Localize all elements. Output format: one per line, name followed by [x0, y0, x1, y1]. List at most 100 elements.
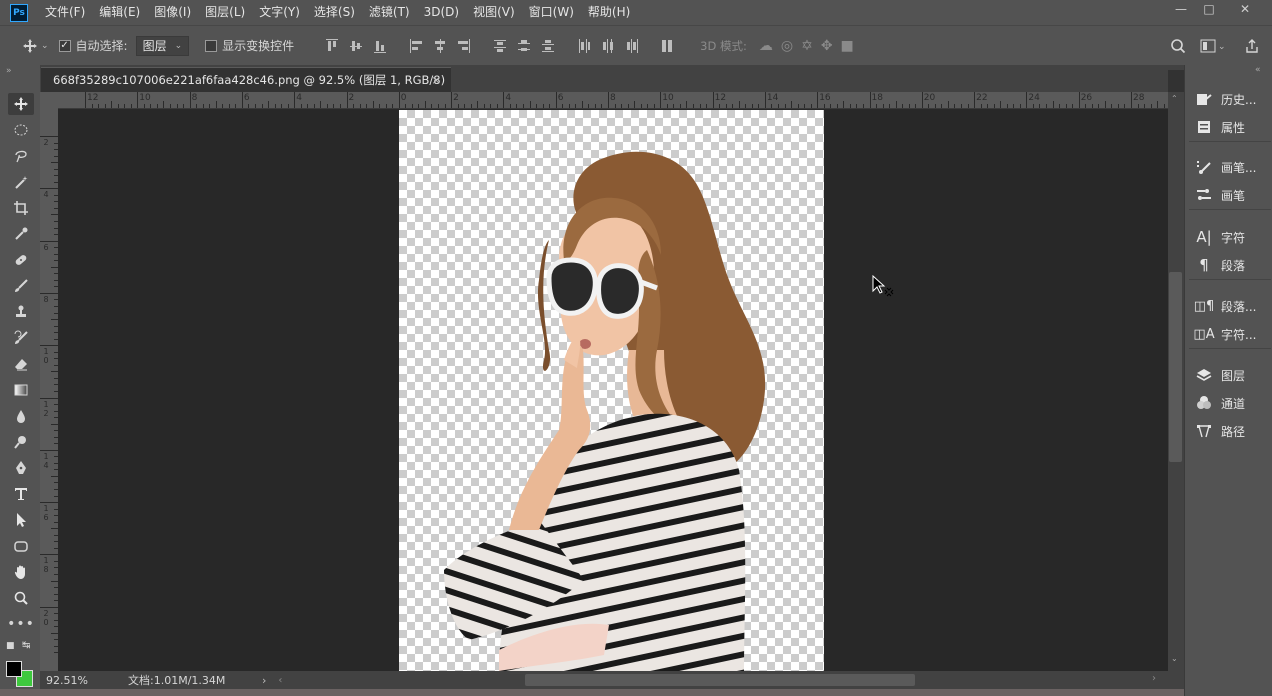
rectangle-tool-icon[interactable] [8, 535, 34, 557]
menu-image[interactable]: 图像(I) [147, 0, 198, 25]
history-brush-icon[interactable] [8, 327, 34, 349]
unchecked-box-icon [205, 39, 218, 52]
vertical-scrollbar[interactable]: ⌃ ⌄ [1168, 92, 1184, 671]
panel-character-styles[interactable]: ◫A 字符... [1189, 320, 1271, 348]
ruler-tick [1137, 104, 1139, 108]
distribute-hcenter-icon[interactable] [596, 38, 620, 53]
lasso-tool-icon[interactable] [8, 145, 34, 167]
ruler-tick [1150, 104, 1152, 108]
move-tool-icon[interactable] [8, 93, 34, 115]
scroll-up-icon[interactable]: ⌃ [1171, 94, 1178, 103]
auto-select-checkbox[interactable]: ✓ 自动选择: [58, 37, 128, 54]
menu-3d[interactable]: 3D(D) [417, 0, 466, 25]
hand-tool-icon[interactable] [8, 561, 34, 583]
ruler-tick [699, 104, 701, 108]
distribute-left-icon[interactable] [572, 38, 596, 53]
menu-edit[interactable]: 编辑(E) [92, 0, 147, 25]
scroll-down-icon[interactable]: ⌄ [1171, 654, 1178, 663]
menu-select[interactable]: 选择(S) [307, 0, 362, 25]
canvas-area[interactable] [58, 109, 1168, 671]
magic-wand-icon[interactable] [8, 171, 34, 193]
menu-help[interactable]: 帮助(H) [581, 0, 637, 25]
ruler-tick [339, 104, 341, 108]
dodge-tool-icon[interactable] [8, 431, 34, 453]
ruler-label: 18 [871, 93, 883, 103]
distribute-top-icon[interactable] [488, 39, 512, 53]
align-right-icon[interactable] [452, 38, 476, 53]
search-icon[interactable] [1170, 38, 1186, 54]
close-icon[interactable]: ✕ [1232, 1, 1258, 17]
panel-paragraph[interactable]: ¶ 段落 [1189, 251, 1271, 279]
path-selection-icon[interactable] [8, 509, 34, 531]
ruler-tick [830, 104, 832, 108]
panel-paragraph-styles[interactable]: ◫¶ 段落... [1189, 292, 1271, 320]
scroll-right-icon[interactable]: › [1152, 673, 1156, 684]
document-tab[interactable]: 668f35289c107006e221af6faa428c46.png @ 9… [41, 67, 451, 112]
ruler-tick [536, 104, 538, 108]
gradient-tool-icon[interactable] [8, 379, 34, 401]
menu-window[interactable]: 窗口(W) [522, 0, 581, 25]
eyedropper-icon[interactable] [8, 223, 34, 245]
panel-brush[interactable]: 画笔 [1189, 181, 1271, 209]
ruler-tick [254, 104, 256, 108]
collapse-panels-icon[interactable]: « [1255, 65, 1261, 75]
foreground-color-swatch[interactable] [6, 661, 22, 677]
healing-brush-icon[interactable] [8, 249, 34, 271]
show-transform-checkbox[interactable]: 显示变换控件 [205, 37, 294, 54]
align-vcenter-icon[interactable] [344, 39, 368, 53]
vertical-scroll-thumb[interactable] [1169, 272, 1182, 462]
align-hcenter-icon[interactable] [428, 38, 452, 53]
type-tool-icon[interactable] [8, 483, 34, 505]
panel-label: 字符... [1221, 327, 1257, 342]
menu-layer[interactable]: 图层(L) [198, 0, 252, 25]
panel-label: 路径 [1221, 424, 1246, 439]
default-colors-icon[interactable]: ■ [6, 641, 15, 651]
blur-tool-icon[interactable] [8, 405, 34, 427]
horizontal-scroll-thumb[interactable] [525, 674, 915, 686]
distribute-vcenter-icon[interactable] [512, 39, 536, 53]
elliptical-marquee-icon[interactable] [8, 119, 34, 141]
panel-brush-presets[interactable]: 画笔... [1189, 153, 1271, 181]
auto-align-icon[interactable] [656, 39, 680, 53]
panel-history[interactable]: 历史... [1189, 85, 1271, 113]
eraser-icon[interactable] [8, 353, 34, 375]
brush-tool-icon[interactable] [8, 275, 34, 297]
align-left-icon[interactable] [404, 38, 428, 53]
distribute-right-icon[interactable] [620, 38, 644, 53]
collapse-toolbar-icon[interactable]: » [0, 65, 40, 85]
panel-label: 通道 [1221, 396, 1246, 411]
ruler-tick [856, 104, 858, 108]
menu-file[interactable]: 文件(F) [38, 0, 92, 25]
status-menu-arrow-icon[interactable]: › [262, 674, 266, 687]
distribute-bottom-icon[interactable] [536, 39, 560, 53]
crop-tool-icon[interactable] [8, 197, 34, 219]
document-canvas[interactable] [399, 110, 824, 671]
panel-character[interactable]: A| 字符 [1189, 223, 1271, 251]
panel-properties[interactable]: 属性 [1189, 113, 1271, 141]
workspace-icon[interactable]: ⌄ [1200, 38, 1226, 54]
clone-stamp-icon[interactable] [8, 301, 34, 323]
more-tools-icon[interactable]: ••• [7, 613, 34, 635]
zoom-level[interactable]: 92.51% [46, 674, 116, 687]
close-tab-icon[interactable]: × [431, 68, 441, 93]
3d-tools-icon[interactable]: ☁◎✡✥■ [759, 38, 862, 54]
menu-type[interactable]: 文字(Y) [252, 0, 307, 25]
maximize-icon[interactable]: □ [1196, 1, 1222, 17]
panel-channels[interactable]: 通道 [1189, 389, 1271, 417]
align-top-icon[interactable] [320, 38, 344, 53]
ruler-tick [503, 92, 505, 108]
swap-colors-icon[interactable]: ↹ [22, 640, 30, 651]
share-icon[interactable] [1244, 38, 1260, 54]
panel-layers[interactable]: 图层 [1189, 361, 1271, 389]
align-bottom-icon[interactable] [368, 39, 392, 53]
panel-paths[interactable]: 路径 [1189, 417, 1271, 445]
menu-view[interactable]: 视图(V) [466, 0, 522, 25]
layer-select-dropdown[interactable]: 图层 ⌄ [135, 35, 190, 56]
pen-tool-icon[interactable] [8, 457, 34, 479]
zoom-tool-icon[interactable] [8, 587, 34, 609]
ruler-tick [967, 104, 969, 108]
menu-filter[interactable]: 滤镜(T) [362, 0, 417, 25]
move-tool-preset-icon[interactable]: ⌄ [22, 38, 49, 54]
minimize-icon[interactable]: — [1168, 1, 1194, 17]
scroll-left-icon[interactable]: ‹ [278, 675, 282, 686]
